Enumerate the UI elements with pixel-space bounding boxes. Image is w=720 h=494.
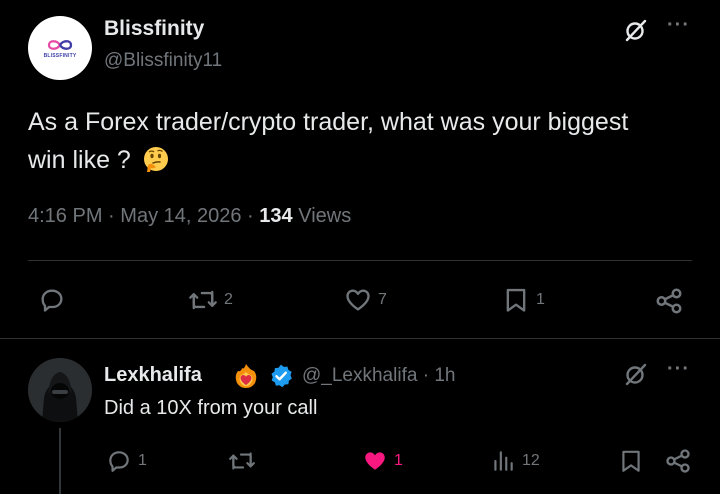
bookmark-icon bbox=[622, 450, 640, 472]
author-handle[interactable]: @Blissfinity11 bbox=[104, 50, 222, 72]
grok-icon[interactable] bbox=[624, 18, 648, 42]
reply-author-handle[interactable]: @_Lexkhalifa bbox=[302, 365, 417, 386]
thread-line bbox=[59, 428, 61, 494]
avatar-logo-text: BLISSFINITY bbox=[43, 52, 77, 59]
analytics-icon bbox=[494, 451, 513, 471]
retweet-icon bbox=[229, 452, 255, 470]
reply-more-options-button[interactable]: ··· bbox=[667, 358, 690, 381]
retweet-icon bbox=[189, 290, 217, 310]
grok-icon[interactable] bbox=[624, 362, 648, 386]
meta-separator: · bbox=[108, 205, 115, 227]
hooded-figure-icon bbox=[28, 358, 92, 422]
bookmark-icon bbox=[506, 288, 526, 312]
reply-like-button[interactable]: 1 bbox=[362, 448, 403, 474]
author-name[interactable]: Blissfinity bbox=[104, 17, 204, 41]
reply-share-button[interactable] bbox=[664, 447, 692, 475]
reply-author-avatar[interactable] bbox=[28, 358, 92, 422]
time-separator: · bbox=[422, 365, 430, 386]
reply-like-count: 1 bbox=[394, 452, 403, 469]
reply-retweet-button[interactable] bbox=[228, 448, 262, 474]
infinity-icon bbox=[47, 39, 73, 50]
more-options-button[interactable]: ··· bbox=[667, 14, 690, 37]
reply-reply-count: 1 bbox=[138, 452, 147, 469]
retweet-button[interactable]: 2 bbox=[188, 286, 233, 314]
retweet-count: 2 bbox=[224, 291, 233, 308]
share-icon bbox=[666, 449, 690, 473]
views-label: Views bbox=[298, 205, 352, 227]
thinking-face-icon bbox=[143, 147, 168, 172]
bookmark-button[interactable]: 1 bbox=[502, 286, 545, 314]
tweet-text-content: As a Forex trader/crypto trader, what wa… bbox=[28, 108, 629, 174]
share-icon bbox=[656, 288, 682, 314]
divider bbox=[0, 338, 720, 339]
reply-text: Did a 10X from your call bbox=[104, 397, 318, 419]
reply-views-count: 12 bbox=[522, 452, 540, 469]
reply-button[interactable] bbox=[38, 286, 72, 314]
verified-badge-icon[interactable] bbox=[268, 363, 294, 389]
like-count: 7 bbox=[378, 291, 387, 308]
tweet-time[interactable]: 4:16 PM bbox=[28, 205, 102, 227]
tweet-detail-page: BLISSFINITY Blissfinity @Blissfinity11 ·… bbox=[0, 0, 720, 494]
reply-handle-line: @_Lexkhalifa · 1h bbox=[302, 365, 455, 387]
heart-on-fire-icon bbox=[235, 364, 257, 388]
tweet-text: As a Forex trader/crypto trader, what wa… bbox=[28, 103, 668, 179]
share-button[interactable] bbox=[654, 286, 684, 316]
reply-reply-button[interactable]: 1 bbox=[106, 448, 147, 474]
tweet-date[interactable]: May 14, 2026 bbox=[120, 205, 241, 227]
views-count[interactable]: 134 bbox=[259, 205, 292, 227]
reply-author-name[interactable]: Lexkhalifa bbox=[104, 364, 202, 387]
like-button[interactable]: 7 bbox=[344, 286, 387, 314]
blissfinity-logo: BLISSFINITY bbox=[44, 38, 77, 59]
reply-views-button[interactable]: 12 bbox=[490, 448, 540, 474]
reply-icon bbox=[41, 289, 63, 312]
author-avatar[interactable]: BLISSFINITY bbox=[28, 16, 92, 80]
bookmark-count: 1 bbox=[536, 291, 545, 308]
reply-icon bbox=[109, 451, 129, 472]
reply-time[interactable]: 1h bbox=[434, 365, 455, 386]
reply-bookmark-button[interactable] bbox=[618, 448, 644, 474]
divider bbox=[28, 260, 692, 261]
meta-separator: · bbox=[247, 205, 254, 227]
like-filled-icon bbox=[365, 452, 385, 470]
like-icon bbox=[346, 289, 370, 311]
tweet-meta: 4:16 PM · May 14, 2026 · 134 Views bbox=[28, 205, 351, 228]
